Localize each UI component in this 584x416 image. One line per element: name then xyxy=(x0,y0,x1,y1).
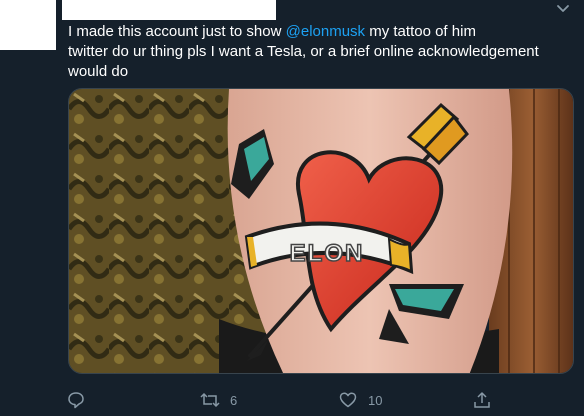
like-button[interactable]: 10 xyxy=(338,386,382,414)
redacted-avatar xyxy=(0,0,56,50)
like-count: 10 xyxy=(368,392,383,408)
tweet-line-3: would do xyxy=(68,63,129,80)
chevron-down-icon xyxy=(556,1,570,19)
retweet-icon xyxy=(200,390,220,410)
redacted-username xyxy=(62,0,276,20)
tweet-photo[interactable]: ELON xyxy=(68,88,574,374)
tweet-line-1: I made this account just to show @elonmu… xyxy=(68,22,568,42)
tweet-body: I made this account just to show @elonmu… xyxy=(68,22,568,82)
more-options-button[interactable] xyxy=(554,2,572,18)
tweet-text-segment: my tattoo of him xyxy=(365,23,476,40)
mention-link[interactable]: @elonmusk xyxy=(286,23,365,40)
share-button[interactable] xyxy=(472,386,492,414)
tweet-line-2: twitter do ur thing pls I want a Tesla, … xyxy=(68,43,539,60)
retweet-count: 6 xyxy=(230,392,238,408)
like-icon xyxy=(338,390,358,410)
retweet-button[interactable]: 6 xyxy=(200,386,237,414)
tweet-text-segment: I made this account just to show xyxy=(68,23,286,40)
action-bar: 6 10 xyxy=(0,386,584,414)
share-icon xyxy=(472,390,492,410)
reply-button[interactable] xyxy=(66,386,96,414)
tattoo-photo: ELON xyxy=(69,89,573,373)
reply-icon xyxy=(66,390,86,410)
banner-text: ELON xyxy=(290,240,365,267)
tweet-card: I made this account just to show @elonmu… xyxy=(0,0,584,416)
